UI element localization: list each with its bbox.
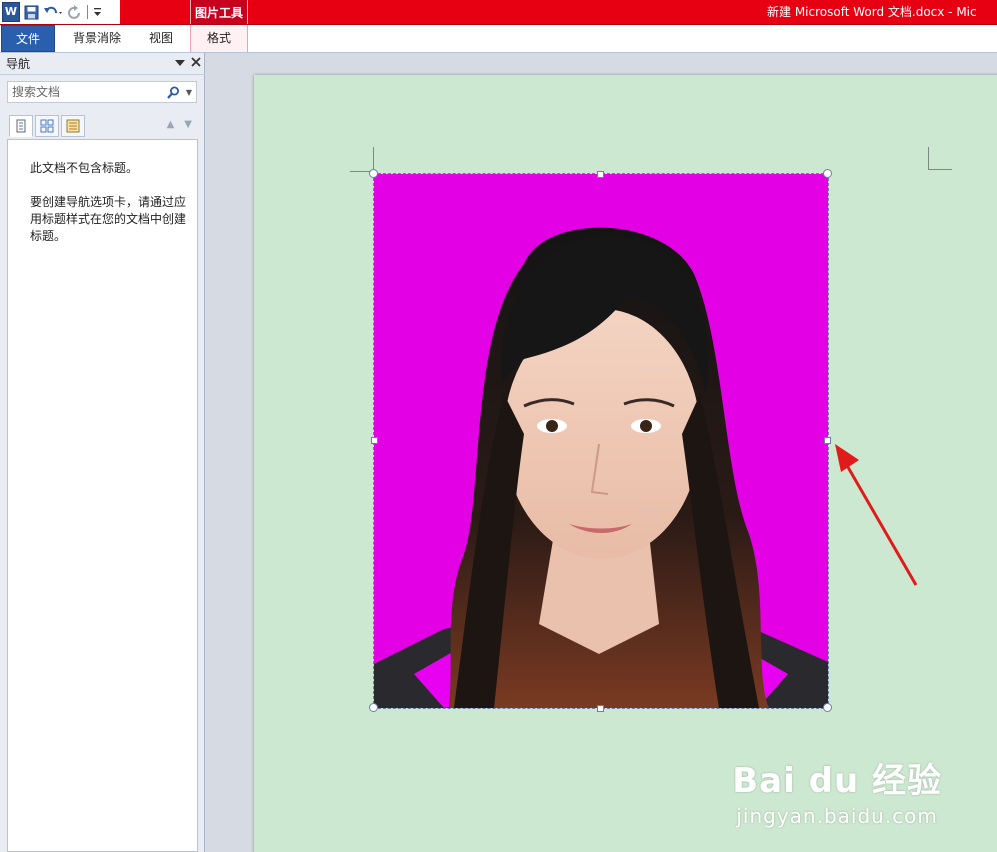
navigation-pane: 导航 ▼ ▲ ▼ 此文档不包含标题。 要创建导航: [0, 53, 205, 852]
redo-icon[interactable]: [67, 3, 82, 21]
crop-mark: [373, 147, 374, 171]
nav-arrows: ▲ ▼: [167, 119, 192, 130]
headings-view-icon[interactable]: [9, 115, 33, 137]
crop-mark: [928, 147, 929, 169]
nav-message-no-headings: 此文档不包含标题。: [30, 161, 139, 175]
tab-file[interactable]: 文件: [1, 25, 55, 52]
title-bar: W 图片工具 新建 Microsoft Word 文档.docx - Mic: [0, 0, 997, 25]
undo-icon[interactable]: [43, 3, 63, 21]
save-icon[interactable]: [24, 3, 39, 21]
resize-handle-top-right[interactable]: [823, 169, 832, 178]
qat-separator: [87, 5, 88, 19]
nav-view-tabs: [9, 115, 87, 137]
resize-handle-top-left[interactable]: [369, 169, 378, 178]
document-area[interactable]: Bai du 经验 jingyan.baidu.com: [206, 53, 997, 852]
watermark-logo: Bai du 经验: [732, 761, 942, 801]
quick-access-toolbar: W: [0, 0, 120, 24]
resize-handle-bottom-left[interactable]: [369, 703, 378, 712]
crop-mark: [928, 169, 952, 170]
watermark-url: jingyan.baidu.com: [736, 804, 938, 828]
search-dropdown-icon[interactable]: ▼: [182, 88, 196, 97]
ribbon-tab-bar: 文件 背景消除 视图 格式: [0, 25, 997, 53]
picture-tools-group: 图片工具: [190, 0, 248, 24]
nav-header: 导航: [0, 53, 205, 75]
window-title: 新建 Microsoft Word 文档.docx - Mic: [767, 5, 977, 19]
previous-heading-icon[interactable]: ▲: [167, 119, 175, 130]
watermark: Bai du 经验 jingyan.baidu.com: [732, 753, 942, 828]
resize-handle-bottom-right[interactable]: [823, 703, 832, 712]
nav-message-instructions: 要创建导航选项卡，请通过应用标题样式在您的文档中创建标题。: [30, 195, 187, 243]
resize-handle-left[interactable]: [371, 437, 378, 444]
nav-results-panel: 此文档不包含标题。 要创建导航选项卡，请通过应用标题样式在您的文档中创建标题。: [7, 139, 198, 852]
close-icon[interactable]: [191, 57, 201, 70]
tab-view[interactable]: 视图: [138, 25, 184, 52]
selected-picture[interactable]: [373, 173, 829, 709]
results-view-icon[interactable]: [61, 115, 85, 137]
search-icon[interactable]: [164, 86, 182, 99]
tab-format[interactable]: 格式: [190, 25, 248, 52]
pane-options-icon[interactable]: [175, 57, 185, 70]
tab-remove-background[interactable]: 背景消除: [60, 25, 134, 52]
red-arrow-icon: [835, 444, 918, 586]
resize-handle-top[interactable]: [597, 171, 604, 178]
search-box: ▼: [7, 81, 197, 103]
pages-view-icon[interactable]: [35, 115, 59, 137]
search-input[interactable]: [8, 85, 164, 99]
nav-title: 导航: [6, 57, 31, 71]
customize-icon[interactable]: [93, 3, 102, 21]
next-heading-icon[interactable]: ▼: [184, 119, 192, 130]
word-logo-icon: W: [2, 2, 20, 22]
resize-handle-bottom[interactable]: [597, 705, 604, 712]
document-page[interactable]: [254, 75, 997, 852]
